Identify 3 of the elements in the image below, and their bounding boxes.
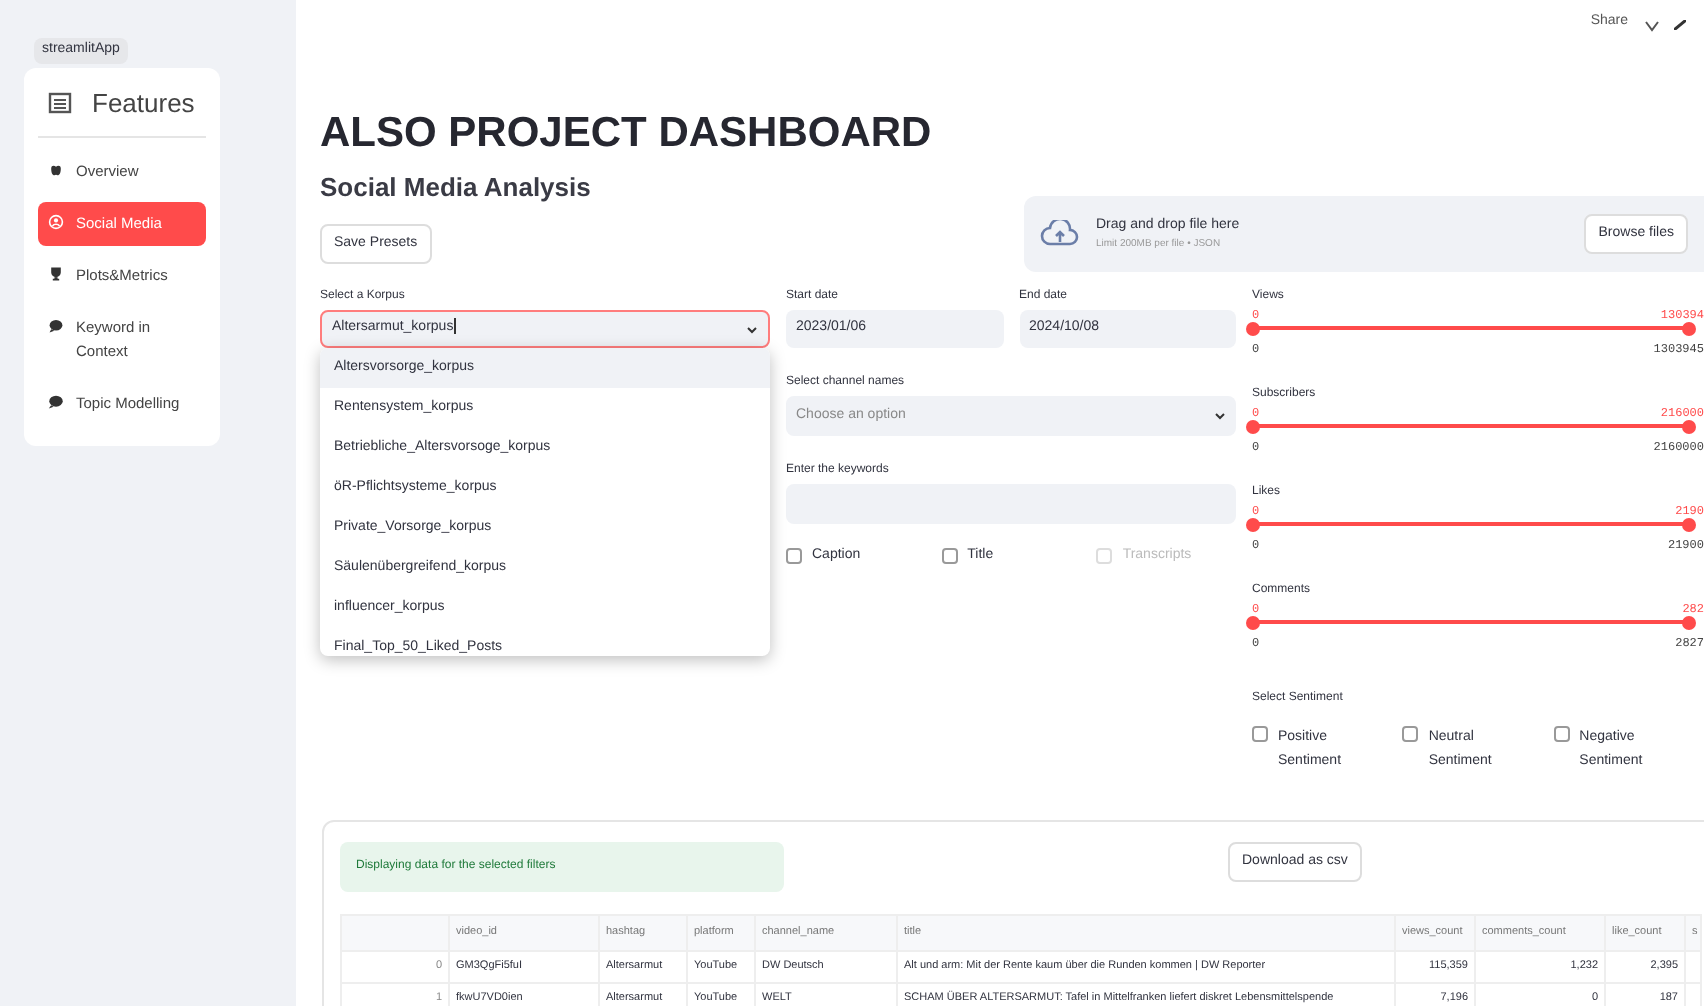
sidebar-title: Features	[92, 86, 195, 122]
section-heading: Social Media Analysis	[320, 172, 593, 204]
page-title: ALSO PROJECT DASHBOARD	[320, 108, 934, 160]
